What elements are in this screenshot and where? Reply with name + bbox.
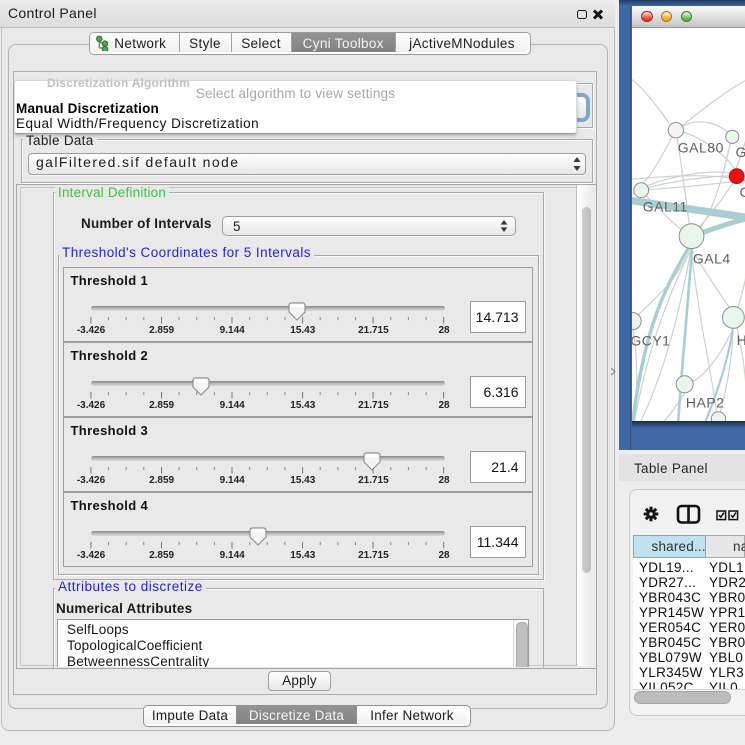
svg-text:GA: GA (735, 144, 745, 160)
svg-text:GCY1: GCY1 (632, 333, 670, 349)
svg-text:GAL11: GAL11 (642, 199, 687, 215)
svg-text:HAP2: HAP2 (685, 395, 724, 411)
svg-text:H: H (736, 332, 745, 348)
svg-text:GAL4: GAL4 (692, 250, 730, 266)
svg-text:CD: CD (739, 184, 745, 200)
svg-text:GAL80: GAL80 (677, 140, 723, 156)
